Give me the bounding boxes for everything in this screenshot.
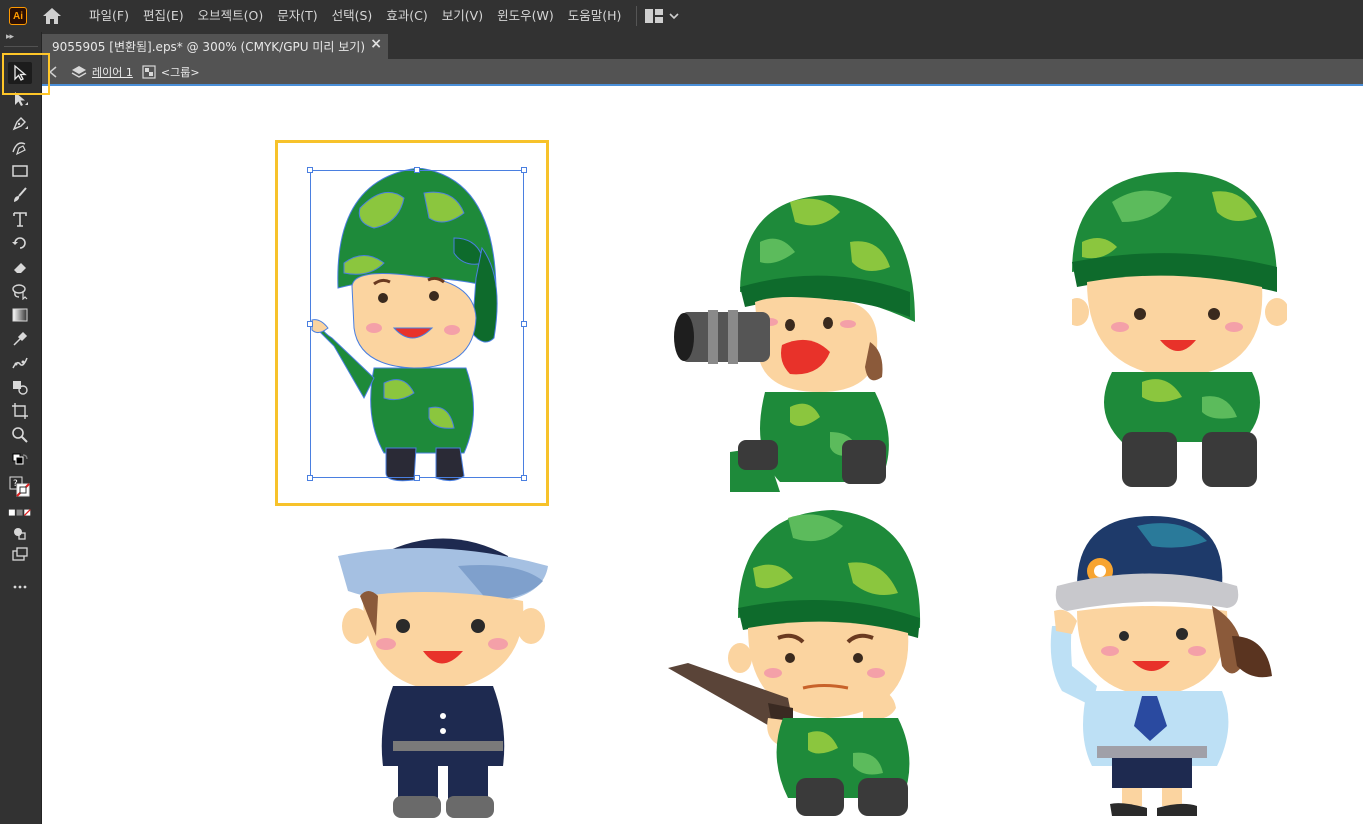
isolation-breadcrumb: 레이어 1 <그룹> bbox=[42, 59, 1363, 86]
color-mode-buttons[interactable] bbox=[8, 502, 32, 524]
soldier-standing-illustration[interactable] bbox=[1072, 172, 1287, 492]
app-logo: Ai bbox=[9, 7, 27, 25]
fill-stroke-swap-icon bbox=[12, 453, 28, 465]
eyedropper-tool[interactable] bbox=[8, 328, 32, 350]
document-tab-bar: 9055905 [변환됨].eps* @ 300% (CMYK/GPU 미리 보… bbox=[42, 32, 1363, 59]
chevron-down-icon bbox=[669, 13, 679, 20]
lasso-icon bbox=[12, 284, 28, 300]
rectangle-icon bbox=[12, 165, 28, 177]
puppet-warp-icon bbox=[12, 357, 28, 369]
resize-handle[interactable] bbox=[414, 475, 420, 481]
resize-handle[interactable] bbox=[521, 475, 527, 481]
fill-stroke-control[interactable]: ? bbox=[8, 476, 32, 498]
illustrator-window: Ai 파일(F) 편집(E) 오브젝트(O) 문자(T) 선택(S) 효과(C)… bbox=[0, 0, 1363, 824]
more-dots-icon bbox=[13, 585, 27, 589]
zoom-tool[interactable] bbox=[8, 424, 32, 446]
resize-handle[interactable] bbox=[307, 475, 313, 481]
breadcrumb-group-label: <그룹> bbox=[160, 65, 200, 79]
shape-builder-tool[interactable] bbox=[8, 376, 32, 398]
breadcrumb-layer[interactable]: 레이어 1 bbox=[71, 64, 133, 80]
pen-tool[interactable] bbox=[8, 112, 32, 134]
resize-handle[interactable] bbox=[414, 167, 420, 173]
rotate-tool[interactable] bbox=[8, 232, 32, 254]
resize-handle[interactable] bbox=[307, 167, 313, 173]
selection-bounding-box[interactable] bbox=[307, 167, 527, 481]
artboard-icon bbox=[12, 403, 28, 419]
shape-builder-icon bbox=[13, 381, 28, 395]
menu-view[interactable]: 보기(V) bbox=[435, 0, 490, 32]
curvature-pen-icon bbox=[12, 142, 26, 156]
breadcrumb-layer-label: 레이어 1 bbox=[92, 65, 133, 79]
soldier-bazooka-illustration[interactable] bbox=[670, 192, 920, 492]
draw-mode-button[interactable] bbox=[8, 522, 32, 544]
screen-mode-icon bbox=[12, 547, 28, 561]
artboard-canvas[interactable] bbox=[42, 88, 1363, 824]
menu-type[interactable]: 문자(T) bbox=[270, 0, 324, 32]
rotate-icon bbox=[12, 237, 26, 249]
layers-icon bbox=[71, 65, 87, 78]
menu-window[interactable]: 윈도우(W) bbox=[490, 0, 561, 32]
selection-tool-highlight bbox=[2, 53, 50, 95]
document-tab[interactable]: 9055905 [변환됨].eps* @ 300% (CMYK/GPU 미리 보… bbox=[42, 34, 388, 59]
sailor-illustration[interactable] bbox=[338, 526, 553, 824]
panel-collapse-icon[interactable]: ▸▸ bbox=[6, 32, 14, 42]
menu-help[interactable]: 도움말(H) bbox=[561, 0, 629, 32]
gradient-tool[interactable] bbox=[8, 304, 32, 326]
document-tab-title: 9055905 [변환됨].eps* @ 300% (CMYK/GPU 미리 보… bbox=[52, 40, 366, 54]
close-icon[interactable]: × bbox=[370, 36, 382, 52]
breadcrumb-group[interactable]: <그룹> bbox=[142, 64, 200, 80]
home-icon[interactable] bbox=[41, 6, 63, 26]
type-tool[interactable] bbox=[8, 208, 32, 230]
pen-icon bbox=[12, 117, 28, 131]
menu-list: 파일(F) 편집(E) 오브젝트(O) 문자(T) 선택(S) 효과(C) 보기… bbox=[82, 0, 628, 32]
rectangle-tool[interactable] bbox=[8, 160, 32, 182]
resize-handle[interactable] bbox=[307, 321, 313, 327]
edit-toolbar-button[interactable] bbox=[8, 576, 32, 598]
paintbrush-tool[interactable] bbox=[8, 184, 32, 206]
eraser-icon bbox=[14, 263, 26, 273]
menu-separator bbox=[636, 6, 638, 26]
default-colors-button[interactable] bbox=[8, 450, 32, 472]
eraser-tool[interactable] bbox=[8, 256, 32, 278]
curvature-tool[interactable] bbox=[8, 136, 32, 158]
resize-handle[interactable] bbox=[521, 167, 527, 173]
policewoman-illustration[interactable] bbox=[1042, 516, 1282, 821]
workspace-switcher[interactable] bbox=[645, 9, 679, 23]
color-none-gradient-icon bbox=[8, 509, 31, 517]
menu-file[interactable]: 파일(F) bbox=[82, 0, 136, 32]
menu-effect[interactable]: 효과(C) bbox=[379, 0, 434, 32]
magnifier-icon bbox=[12, 427, 28, 443]
brush-icon bbox=[14, 187, 27, 202]
toolbar-divider bbox=[4, 46, 38, 47]
puppet-warp-tool[interactable] bbox=[8, 352, 32, 374]
menu-object[interactable]: 오브젝트(O) bbox=[191, 0, 271, 32]
artboard-tool[interactable] bbox=[8, 400, 32, 422]
screen-mode-button[interactable] bbox=[8, 544, 32, 566]
lasso-tool[interactable] bbox=[8, 280, 32, 302]
workspace-layout-icon bbox=[645, 9, 664, 23]
eyedropper-icon bbox=[13, 331, 28, 346]
menu-edit[interactable]: 편집(E) bbox=[136, 0, 191, 32]
group-icon bbox=[142, 64, 156, 79]
fill-stroke-icon: ? bbox=[9, 476, 30, 497]
menu-bar: Ai 파일(F) 편집(E) 오브젝트(O) 문자(T) 선택(S) 효과(C)… bbox=[0, 0, 1363, 32]
soldier-rifle-illustration[interactable] bbox=[668, 508, 928, 818]
tools-panel: ▸▸ ? bbox=[0, 32, 42, 824]
type-t-icon bbox=[13, 212, 27, 227]
menu-select[interactable]: 선택(S) bbox=[325, 0, 380, 32]
resize-handle[interactable] bbox=[521, 321, 527, 327]
draw-mode-icon bbox=[14, 528, 26, 540]
gradient-icon bbox=[12, 308, 28, 322]
